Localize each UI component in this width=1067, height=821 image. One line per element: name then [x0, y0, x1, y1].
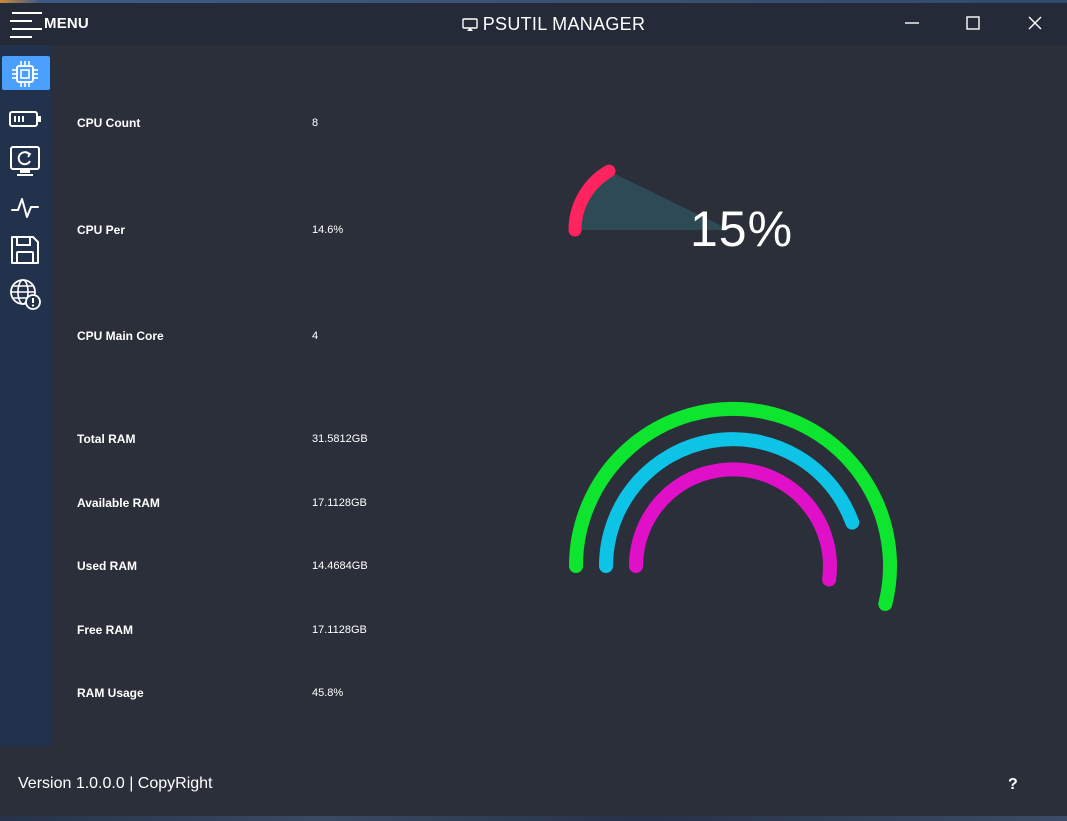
window-bottom-border — [0, 816, 1067, 821]
version-text: Version 1.0.0.0 | CopyRight — [18, 775, 213, 792]
cpu-gauge — [568, 164, 730, 237]
footer: Version 1.0.0.0 | CopyRight ? — [0, 746, 1067, 821]
help-button[interactable]: ? — [1008, 776, 1018, 794]
cpu-percent-text: 15% — [690, 201, 794, 257]
